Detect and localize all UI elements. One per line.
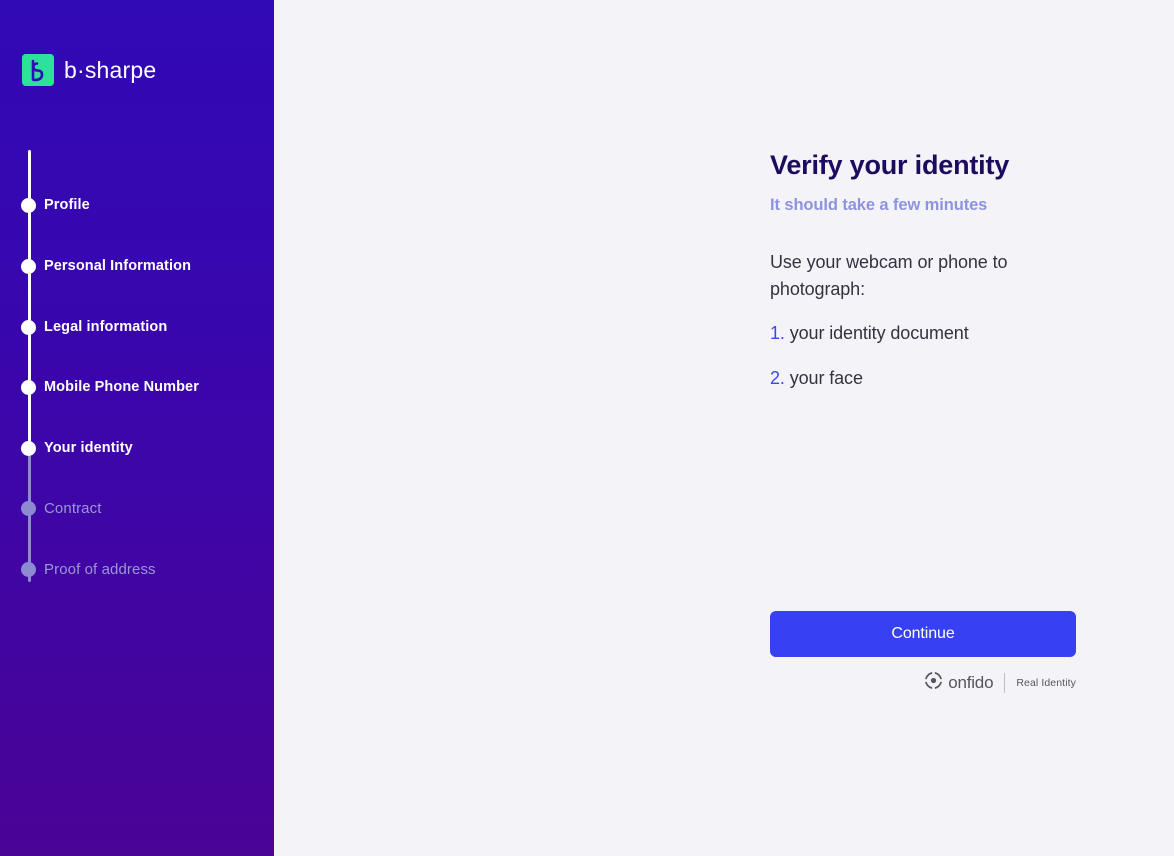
list-item-number: 1. xyxy=(770,323,785,344)
sidebar-step-mobile-phone-number[interactable]: Mobile Phone Number xyxy=(0,376,274,398)
sidebar-step-label: Personal Information xyxy=(44,258,192,274)
sidebar-step-personal-information[interactable]: Personal Information xyxy=(0,255,274,277)
sidebar-step-label: Legal information xyxy=(44,319,168,335)
step-dot-icon xyxy=(21,440,36,456)
main-content: Verify your identity It should take a fe… xyxy=(274,0,1174,856)
list-item: 2. your face xyxy=(770,365,1076,392)
sidebar-step-legal-information[interactable]: Legal information xyxy=(0,316,274,338)
onfido-wordmark: onfido xyxy=(948,673,994,692)
sidebar-step-label: Profile xyxy=(44,197,90,213)
bsharpe-logo-icon xyxy=(22,54,54,86)
instruction-text: Use your webcam or phone to photograph: xyxy=(770,252,1008,300)
onfido-attribution: onfido Real Identity xyxy=(770,672,1076,694)
brand-logo: b·sharpe xyxy=(22,54,156,86)
step-dot-icon xyxy=(21,500,36,516)
sidebar-step-your-identity[interactable]: Your identity xyxy=(0,437,274,459)
step-dot-icon xyxy=(21,258,36,274)
step-dot-icon xyxy=(21,197,36,213)
sidebar-step-label: Mobile Phone Number xyxy=(44,379,199,395)
step-dot-icon xyxy=(21,319,36,335)
sidebar-step-label: Proof of address xyxy=(44,560,156,578)
onfido-logo: onfido xyxy=(925,672,994,694)
sidebar-step-label: Contract xyxy=(44,499,102,517)
sidebar: b·sharpe Profile Personal Information Le… xyxy=(0,0,274,856)
continue-button[interactable]: Continue xyxy=(770,611,1076,657)
list-item-number: 2. xyxy=(770,368,785,389)
sidebar-step-label: Your identity xyxy=(44,440,133,456)
onfido-mark-icon xyxy=(925,672,943,694)
photo-requirements-list: 1. your identity document 2. your face xyxy=(770,320,1076,392)
sidebar-step-profile[interactable]: Profile xyxy=(0,194,274,216)
page-subtitle: It should take a few minutes xyxy=(770,196,988,215)
list-item-label: your face xyxy=(789,368,863,389)
step-dot-icon xyxy=(21,379,36,395)
onfido-tagline: Real Identity xyxy=(1016,677,1076,689)
footer-divider xyxy=(1004,673,1006,693)
brand-name: b·sharpe xyxy=(64,56,157,83)
step-dot-icon xyxy=(21,561,36,577)
page-title: Verify your identity xyxy=(770,150,1010,180)
list-item: 1. your identity document xyxy=(770,320,1076,347)
list-item-label: your identity document xyxy=(789,323,969,344)
verification-panel: Verify your identity It should take a fe… xyxy=(770,150,1076,410)
sidebar-step-proof-of-address[interactable]: Proof of address xyxy=(0,558,274,580)
sidebar-step-contract[interactable]: Contract xyxy=(0,497,274,519)
